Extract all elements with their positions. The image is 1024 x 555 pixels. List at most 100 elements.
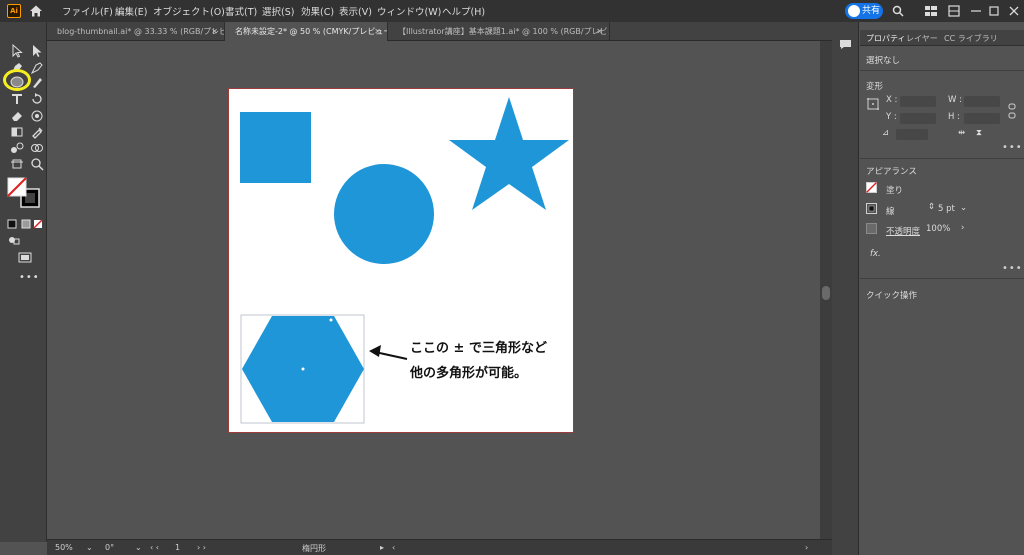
draw-mode-icon[interactable] xyxy=(7,233,21,247)
rotate-angle-icon[interactable]: ⊿ xyxy=(882,128,889,138)
direct-selection-tool-icon[interactable] xyxy=(30,44,44,58)
screen-mode-icon[interactable] xyxy=(17,250,33,264)
tab-properties[interactable]: プロパティ xyxy=(866,33,906,44)
zoom-tool-icon[interactable] xyxy=(30,157,44,171)
selection-status: 選択なし xyxy=(866,56,901,66)
fill-label[interactable]: 塗り xyxy=(886,184,903,196)
zoom-level[interactable]: 50% xyxy=(55,543,73,552)
arrange-documents-icon[interactable] xyxy=(948,5,960,17)
menu-select[interactable]: 選択(S) xyxy=(262,4,294,18)
annotation-text-line1: ここの ± で三角形など xyxy=(410,341,547,356)
maximize-icon[interactable] xyxy=(988,5,1000,17)
artboard-navigation-icon[interactable]: ‹ ‹ xyxy=(150,543,159,552)
divider xyxy=(860,278,1024,279)
constrain-proportions-icon[interactable] xyxy=(1008,102,1016,120)
stroke-weight-value[interactable]: 5 pt xyxy=(938,204,955,214)
scroll-left-icon[interactable]: ‹ xyxy=(392,543,395,552)
menu-edit[interactable]: 編集(E) xyxy=(115,4,147,18)
chevron-down-icon[interactable]: ⌄ xyxy=(960,203,967,213)
chevron-right-icon[interactable]: › xyxy=(961,223,964,233)
eyedropper-tool-icon[interactable] xyxy=(30,125,44,139)
reference-point-icon[interactable] xyxy=(867,98,879,110)
menu-window[interactable]: ウィンドウ(W) xyxy=(377,4,441,18)
ellipse-tool-icon[interactable] xyxy=(10,75,24,89)
shape-builder-tool-icon[interactable] xyxy=(30,141,44,155)
status-bar: 50% ⌄ 0° ⌄ ‹ ‹ 1 › › 楕円形 ▸ ‹ › xyxy=(47,539,832,555)
edit-toolbar-icon[interactable]: ••• xyxy=(19,272,40,283)
stroke-swatch[interactable] xyxy=(866,203,877,214)
workspace-icon[interactable] xyxy=(925,5,937,17)
artboard: ここの ± で三角形など 他の多角形が可能。 xyxy=(228,88,574,433)
stepper-icon[interactable]: ⇕ xyxy=(928,202,935,212)
opacity-label[interactable]: 不透明度 xyxy=(886,225,920,237)
opacity-value[interactable]: 100% xyxy=(926,224,950,234)
live-corner-widget[interactable] xyxy=(328,317,334,323)
star-shape[interactable] xyxy=(449,97,569,210)
artboard-tool-icon[interactable] xyxy=(10,157,24,171)
document-tab-active[interactable]: 名称未設定-2* @ 50 % (CMYK/プレビュー) ✕ xyxy=(225,22,388,41)
warp-tool-icon[interactable] xyxy=(30,109,44,123)
close-tab-icon[interactable]: ✕ xyxy=(596,22,603,41)
eraser-tool-icon[interactable] xyxy=(10,109,24,123)
play-icon[interactable]: ▸ xyxy=(380,543,384,552)
type-tool-icon[interactable] xyxy=(10,92,24,106)
tab-layers[interactable]: レイヤー xyxy=(906,33,938,44)
square-shape[interactable] xyxy=(240,112,311,183)
vertical-scrollbar[interactable] xyxy=(820,41,832,539)
tab-cc-libraries[interactable]: CC ライブラリ xyxy=(944,33,998,44)
menu-view[interactable]: 表示(V) xyxy=(339,4,372,18)
flip-horizontal-icon[interactable]: ⇹ xyxy=(958,128,965,138)
selection-tool-icon[interactable] xyxy=(10,44,24,58)
close-tab-icon[interactable]: ✕ xyxy=(211,22,218,41)
w-field[interactable] xyxy=(964,96,1000,107)
panel-icon-strip xyxy=(832,22,859,555)
more-options-icon[interactable]: ••• xyxy=(1002,263,1023,274)
home-icon[interactable] xyxy=(29,4,43,18)
rotate-field[interactable] xyxy=(896,129,928,140)
artboard-number[interactable]: 1 xyxy=(175,543,180,552)
scrollbar-thumb[interactable] xyxy=(822,286,830,300)
search-icon[interactable] xyxy=(892,5,904,17)
paintbrush-tool-icon[interactable] xyxy=(30,75,44,89)
rotate-tool-icon[interactable] xyxy=(30,92,44,106)
document-tab-bar: blog-thumbnail.ai* @ 33.33 % (RGB/プレビュー)… xyxy=(47,22,832,41)
share-button[interactable]: 共有 xyxy=(845,3,883,19)
comments-icon[interactable] xyxy=(839,39,852,50)
more-options-icon[interactable]: ••• xyxy=(1002,142,1023,153)
flip-vertical-icon[interactable]: ⧗ xyxy=(976,128,982,138)
rotation-value[interactable]: 0° xyxy=(105,543,114,552)
chevron-down-icon[interactable]: ⌄ xyxy=(86,543,93,552)
menu-object[interactable]: オブジェクト(O) xyxy=(153,4,225,18)
menu-type[interactable]: 書式(T) xyxy=(225,4,257,18)
close-tab-icon[interactable]: ✕ xyxy=(374,22,381,41)
h-field[interactable] xyxy=(964,113,1000,124)
color-mode-icons[interactable] xyxy=(7,217,21,231)
blend-tool-icon[interactable] xyxy=(10,141,24,155)
y-field[interactable] xyxy=(900,113,936,124)
fill-swatch[interactable] xyxy=(866,182,877,193)
scroll-right-icon[interactable]: › xyxy=(805,543,808,552)
curvature-tool-icon[interactable] xyxy=(30,61,44,75)
document-tab-label: 【Illustrator講座】基本課題1.ai* @ 100 % (RGB/プレ… xyxy=(398,27,610,36)
divider xyxy=(860,70,1024,71)
menu-help[interactable]: ヘルプ(H) xyxy=(442,4,485,18)
close-icon[interactable] xyxy=(1008,5,1020,17)
annotation-arrow xyxy=(374,351,408,360)
circle-shape[interactable] xyxy=(334,164,434,264)
artboard-next-icon[interactable]: › › xyxy=(197,543,206,552)
x-field[interactable] xyxy=(900,96,936,107)
menu-file[interactable]: ファイル(F) xyxy=(62,4,113,18)
none-mode-icon[interactable] xyxy=(33,217,47,231)
minimize-icon[interactable] xyxy=(970,5,982,17)
illustrator-logo: Ai xyxy=(7,4,21,18)
document-tab[interactable]: blog-thumbnail.ai* @ 33.33 % (RGB/プレビュー)… xyxy=(47,22,225,41)
fx-icon[interactable]: fx. xyxy=(870,249,881,259)
transform-title: 変形 xyxy=(866,82,884,92)
document-tab[interactable]: 【Illustrator講座】基本課題1.ai* @ 100 % (RGB/プレ… xyxy=(388,22,610,41)
fill-stroke-swatch[interactable] xyxy=(7,177,43,209)
menu-bar: Ai ファイル(F) 編集(E) オブジェクト(O) 書式(T) 選択(S) 効… xyxy=(0,0,1024,22)
stroke-label[interactable]: 線 xyxy=(886,205,895,217)
chevron-down-icon[interactable]: ⌄ xyxy=(135,543,142,552)
gradient-tool-icon[interactable] xyxy=(10,125,24,139)
menu-effect[interactable]: 効果(C) xyxy=(301,4,334,18)
